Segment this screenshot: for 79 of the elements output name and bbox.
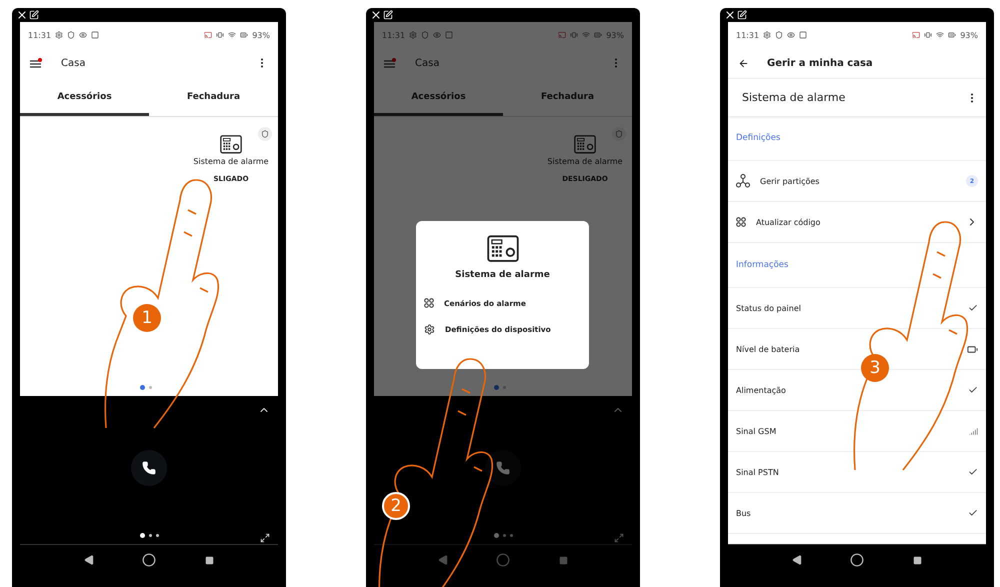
square-icon xyxy=(799,31,808,39)
eye-icon xyxy=(433,31,442,39)
eye-icon xyxy=(79,31,88,39)
battery-icon xyxy=(948,31,956,39)
back-icon[interactable] xyxy=(792,555,802,565)
device-header: Sistema de alarme xyxy=(742,91,846,104)
overview-icon[interactable] xyxy=(912,556,922,564)
back-arrow-icon[interactable] xyxy=(738,58,749,68)
back-icon[interactable] xyxy=(84,555,94,565)
close-icon[interactable] xyxy=(16,9,28,21)
battery-icon xyxy=(967,344,978,354)
settings-row[interactable]: Status do painel xyxy=(728,288,986,329)
settings-row[interactable]: Bus xyxy=(728,493,986,534)
wifi-icon xyxy=(582,31,590,39)
signal-icon xyxy=(969,426,978,436)
status-time: 11:31 xyxy=(736,30,760,40)
cast-icon xyxy=(912,31,920,39)
square-icon xyxy=(445,31,454,39)
home-icon[interactable] xyxy=(142,553,156,567)
edit-icon[interactable] xyxy=(383,10,393,20)
square-icon xyxy=(91,31,100,39)
section-title: Informações xyxy=(728,243,986,288)
check-icon xyxy=(968,467,978,477)
check-icon xyxy=(968,303,978,313)
eye-icon xyxy=(787,31,796,39)
settings-row[interactable]: Sinal PSTN xyxy=(728,452,986,493)
close-icon[interactable] xyxy=(724,9,736,21)
shield-icon xyxy=(67,31,76,39)
gear-icon xyxy=(424,324,435,336)
shield-icon xyxy=(775,31,784,39)
cast-icon xyxy=(558,31,566,39)
battery-percentage: 93% xyxy=(606,30,624,40)
settings-row[interactable]: Atualizar código xyxy=(728,202,986,243)
section-title: Definições xyxy=(728,116,986,161)
app-bar-title: Gerir a minha casa xyxy=(767,58,874,68)
edit-icon[interactable] xyxy=(737,10,747,20)
vibrate-icon xyxy=(924,31,932,39)
shield-icon xyxy=(421,31,430,39)
home-icon[interactable] xyxy=(850,553,864,567)
shield-badge xyxy=(612,127,626,141)
app-bar-title: Casa xyxy=(61,58,86,68)
gear-icon xyxy=(55,31,64,39)
connected-nodes-icon xyxy=(736,174,750,188)
gear-icon xyxy=(763,31,772,39)
status-time: 11:31 xyxy=(382,30,406,40)
alarm-panel-icon xyxy=(574,135,596,154)
vibrate-icon xyxy=(570,31,578,39)
alarm-panel-icon xyxy=(486,235,518,262)
device-name: Sistema de alarme xyxy=(193,156,269,166)
battery-percentage: 93% xyxy=(252,30,270,40)
alarm-panel-icon xyxy=(220,135,242,154)
check-icon xyxy=(968,385,978,395)
status-time: 11:31 xyxy=(28,30,52,40)
gear-icon xyxy=(409,31,418,39)
device-name: Sistema de alarme xyxy=(547,156,623,166)
close-icon[interactable] xyxy=(370,9,382,21)
cast-icon xyxy=(204,31,212,39)
app-bar-title: Casa xyxy=(415,58,440,68)
tab[interactable]: Fechadura xyxy=(149,81,278,116)
edit-icon[interactable] xyxy=(29,10,39,20)
vibrate-icon xyxy=(216,31,224,39)
wifi-icon xyxy=(936,31,944,39)
wifi-icon xyxy=(228,31,236,39)
call-button[interactable] xyxy=(131,450,167,486)
shield-badge xyxy=(258,127,272,141)
settings-row[interactable]: Sinal GSM xyxy=(728,411,986,452)
call-button[interactable] xyxy=(485,450,521,486)
popup-title: Sistema de alarme xyxy=(455,270,550,280)
phone-icon xyxy=(496,461,510,475)
overview-icon[interactable] xyxy=(204,556,214,564)
battery-icon xyxy=(594,31,602,39)
battery-percentage: 93% xyxy=(960,30,978,40)
battery-icon xyxy=(240,31,248,39)
four-circles-icon xyxy=(424,298,434,308)
phone-icon xyxy=(142,461,156,475)
check-icon xyxy=(968,508,978,518)
expand-icon[interactable] xyxy=(260,533,270,543)
menu-icon[interactable] xyxy=(30,58,43,68)
four-circles-icon xyxy=(736,217,746,227)
